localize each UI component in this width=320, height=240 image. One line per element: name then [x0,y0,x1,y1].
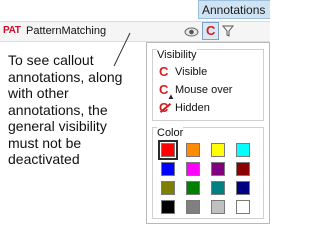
visibility-option-mouse-over[interactable]: C ▲ Mouse over [157,82,261,102]
color-swatch[interactable] [158,140,178,160]
tab-annotations-label: Annotations [202,3,266,17]
color-swatch[interactable] [186,181,200,195]
visibility-option-hidden[interactable]: C Hidden [157,101,261,117]
layer-row[interactable]: PAT PatternMatching C [0,21,270,42]
callout-annotation-text: To see callout annotations, along with o… [8,52,158,168]
callout-line: deactivated [8,151,80,167]
tab-annotations[interactable]: Annotations [198,0,270,19]
color-swatch[interactable] [186,162,200,176]
callout-line: with other [8,85,69,101]
color-group: Color [152,127,264,219]
visibility-option-label: Hidden [175,102,210,114]
color-swatch[interactable] [186,143,200,157]
callout-options-popup: Visibility C Visible C▲ Mouse over C Hid… [146,42,270,224]
eye-icon[interactable] [184,25,199,39]
callout-visibility-button[interactable]: C [202,22,219,40]
filter-icon[interactable] [222,25,234,37]
callout-line: must not be [8,134,82,151]
color-swatch[interactable] [161,181,175,195]
layer-name: PatternMatching [26,25,107,37]
callout-hidden-icon: C [159,101,172,115]
callout-mouseover-icon: C ▲ [159,82,175,102]
color-swatch[interactable] [211,162,225,176]
color-swatch[interactable] [211,143,225,157]
callout-line: To see callout [8,52,94,68]
pattern-badge-icon: PAT [3,25,21,36]
visibility-group: Visibility C Visible C▲ Mouse over C Hid… [152,49,264,121]
color-group-title: Color [157,127,184,139]
color-swatch[interactable] [236,162,250,176]
color-swatch[interactable] [236,181,250,195]
color-swatch[interactable] [236,200,250,214]
visibility-option-label: Visible [175,66,208,78]
color-swatch[interactable] [211,181,225,195]
callout-line: general visibility [8,118,107,134]
visibility-group-title: Visibility [157,49,197,61]
callout-icon: C [206,23,216,38]
callout-line: annotations, the [8,101,108,118]
visibility-option-visible[interactable]: C Visible [157,65,261,81]
callout-line: annotations, along [8,68,123,85]
visibility-option-label: Mouse over [175,84,233,96]
callout-icon: C [159,64,169,79]
color-swatch[interactable] [161,162,175,176]
color-swatch[interactable] [161,200,175,214]
color-swatch[interactable] [236,143,250,157]
color-swatch[interactable] [186,200,200,214]
color-swatch[interactable] [211,200,225,214]
